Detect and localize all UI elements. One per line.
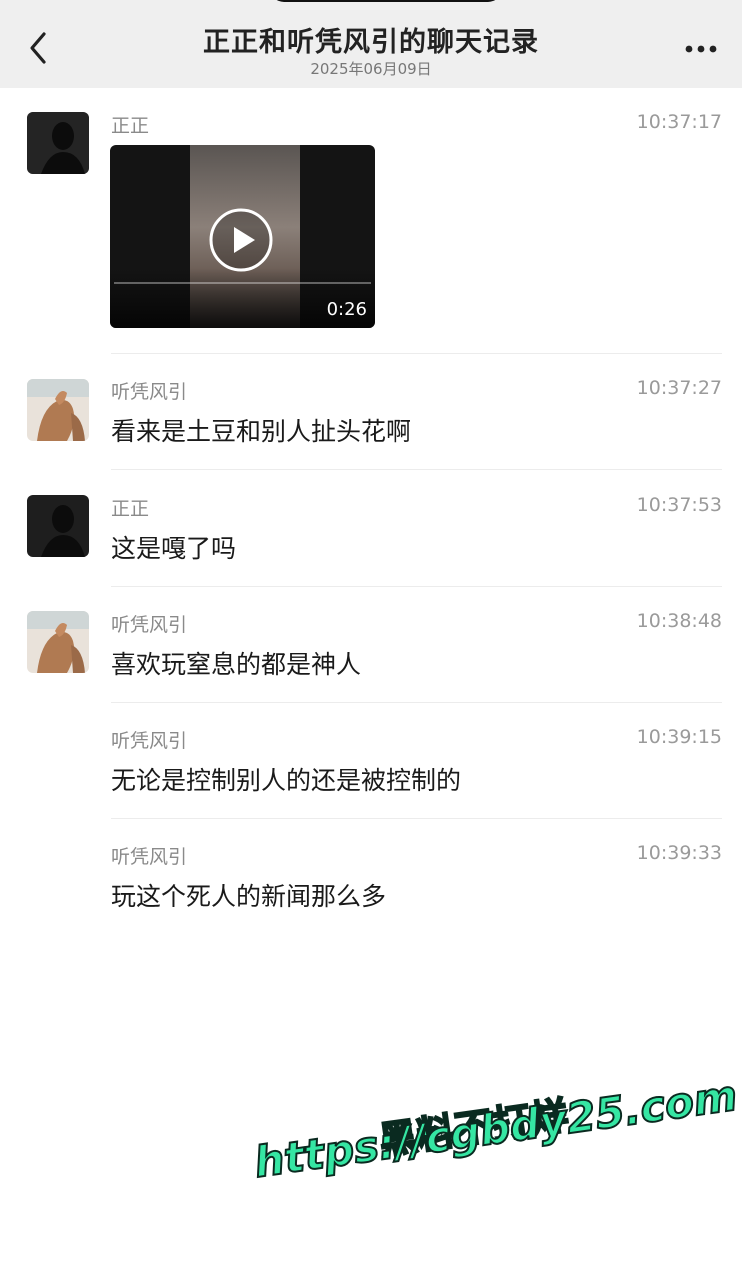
watermark: 黑料不打烊 https://cgbdy25.com — [250, 1070, 741, 1240]
divider — [111, 586, 722, 587]
top-bar: 正正和听凭风引的聊天记录 2025年06月09日 — [0, 0, 742, 88]
sender-name: 听凭风引 — [111, 846, 188, 868]
message-text: 无论是控制别人的还是被控制的 — [111, 766, 462, 795]
message-time: 10:37:17 — [636, 111, 722, 133]
page-title: 正正和听凭风引的聊天记录 — [203, 27, 539, 58]
device-notch — [270, 0, 502, 2]
avatar[interactable] — [27, 611, 89, 673]
message-time: 10:39:15 — [636, 726, 722, 748]
divider — [111, 702, 722, 703]
more-icon[interactable] — [684, 32, 718, 62]
divider — [111, 818, 722, 819]
message-text: 看来是土豆和别人扯头花啊 — [111, 417, 412, 446]
play-icon[interactable] — [208, 207, 274, 273]
avatar[interactable] — [27, 379, 89, 441]
message-time: 10:38:48 — [636, 610, 722, 632]
watermark-url: https://cgbdy25.com — [250, 1070, 741, 1188]
video-duration: 0:26 — [326, 299, 367, 320]
page-date: 2025年06月09日 — [310, 60, 432, 78]
avatar[interactable] — [27, 112, 89, 174]
divider — [111, 469, 722, 470]
sender-name: 正正 — [111, 115, 150, 137]
video-thumbnail[interactable]: 0:26 — [110, 145, 375, 328]
message-time: 10:37:53 — [636, 494, 722, 516]
sender-name: 听凭风引 — [111, 730, 188, 752]
video-progress — [114, 282, 371, 284]
divider — [111, 353, 722, 354]
message-text: 玩这个死人的新闻那么多 — [111, 882, 387, 911]
avatar[interactable] — [27, 495, 89, 557]
sender-name: 听凭风引 — [111, 381, 188, 403]
message-time: 10:37:27 — [636, 377, 722, 399]
message-text: 喜欢玩窒息的都是神人 — [111, 650, 362, 679]
message-text: 这是嘎了吗 — [111, 534, 237, 563]
message-time: 10:39:33 — [636, 842, 722, 864]
sender-name: 听凭风引 — [111, 614, 188, 636]
sender-name: 正正 — [111, 498, 150, 520]
